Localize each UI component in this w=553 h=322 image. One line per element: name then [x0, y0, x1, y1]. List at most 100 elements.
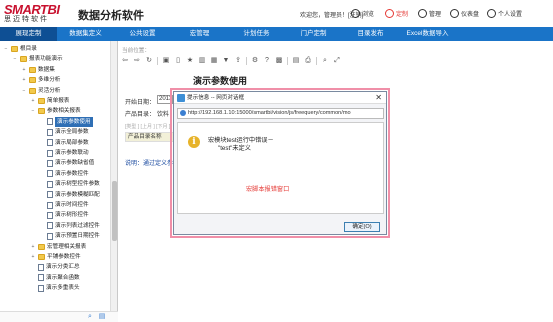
- expand-icon[interactable]: +: [30, 98, 36, 104]
- expand-icon[interactable]: ⤢: [333, 57, 341, 65]
- tree-item[interactable]: 演示全局参数: [39, 127, 89, 137]
- ok-button[interactable]: 确定(O): [344, 222, 380, 232]
- filter-icon[interactable]: ▼: [222, 57, 230, 65]
- product-catalog-value[interactable]: 饮料: [157, 109, 169, 118]
- tree-item[interactable]: 演示参数模糊匹配: [39, 190, 100, 200]
- error-dialog: 提示信息 -- 网页对话框 ✕ http://192.168.1.10:1500…: [173, 91, 387, 235]
- top-nav-label: 定制: [396, 11, 409, 18]
- menu-item[interactable]: 目录发布: [342, 27, 399, 41]
- tree-item[interactable]: − 根目录: [3, 44, 37, 54]
- logo-main: SMARTBI: [4, 2, 60, 17]
- tree-item[interactable]: − 参数相关报表: [30, 106, 81, 116]
- tree-item[interactable]: 演示参数使用: [39, 116, 93, 127]
- menu-item[interactable]: 计划任务: [228, 27, 285, 41]
- expand-icon[interactable]: +: [21, 77, 27, 83]
- tree-item-label: 灵活分析: [38, 87, 61, 94]
- tree-item[interactable]: 演示聚合函数: [30, 273, 80, 283]
- app-header: SMARTBI 思迈特软件 数据分析软件 欢迎您，管理员！[注销] 浏览 定制 管理…: [0, 0, 553, 27]
- collapse-icon[interactable]: −: [3, 46, 9, 52]
- tree-item[interactable]: + 宏管理相关报表: [30, 242, 86, 252]
- tree-item[interactable]: + 数据集: [21, 65, 55, 75]
- menu-item[interactable]: 展现定制: [0, 27, 57, 41]
- tree-item[interactable]: − 灵活分析: [21, 86, 60, 96]
- toolbar-divider: [246, 57, 247, 65]
- export-icon[interactable]: ⇪: [234, 57, 242, 65]
- top-nav-label: 浏览: [362, 11, 375, 18]
- table-icon[interactable]: ▦: [210, 57, 218, 65]
- tree-item[interactable]: + 简单报表: [30, 96, 69, 106]
- search-icon[interactable]: ⌕: [86, 313, 94, 321]
- scrollbar-thumb[interactable]: [112, 181, 117, 241]
- refresh-icon[interactable]: ↻: [145, 57, 153, 65]
- logo: SMARTBI 思迈特软件: [4, 3, 64, 24]
- layout-icon[interactable]: ▤: [98, 313, 106, 321]
- tree-item[interactable]: 演示局部参数: [39, 138, 89, 148]
- tree-item-label: 演示参数缺省值: [55, 160, 95, 167]
- tree-item-label: 演示参数模糊匹配: [55, 191, 100, 198]
- tree-item-label: 演示参数联动: [55, 150, 89, 156]
- settings-icon[interactable]: ⚙: [251, 57, 259, 65]
- top-nav-label: 仪表盘: [461, 11, 480, 18]
- report-icon: [38, 263, 44, 271]
- error-detail: "test"未定义: [218, 145, 251, 152]
- search-icon[interactable]: ⌕: [321, 57, 329, 65]
- period-controls[interactable]: [类型 ] [上月 ] [下月 ]: [125, 123, 170, 130]
- top-nav-gauge[interactable]: 仪表盘: [450, 7, 479, 19]
- tree-item[interactable]: 演示列表过滤控件: [39, 221, 100, 231]
- menu-item[interactable]: 宏管理: [171, 27, 228, 41]
- report-icon: [47, 201, 53, 209]
- report-icon: [47, 159, 53, 167]
- close-icon[interactable]: ✕: [375, 92, 382, 104]
- collapse-icon[interactable]: −: [30, 108, 36, 114]
- top-nav-eye[interactable]: 浏览: [351, 7, 374, 19]
- tree-item-label: 演示多重表头: [46, 285, 80, 292]
- menu-item[interactable]: 数据集定义: [57, 27, 114, 41]
- expand-icon[interactable]: +: [21, 67, 27, 73]
- report-icon: [47, 118, 53, 126]
- top-nav-pen[interactable]: 定制: [385, 7, 408, 19]
- tree-item[interactable]: 演示预置日期控件: [39, 231, 100, 241]
- chart-icon[interactable]: ▥: [198, 57, 206, 65]
- help-icon[interactable]: ?: [263, 57, 271, 65]
- copy-icon[interactable]: ▤: [292, 57, 300, 65]
- tree-item[interactable]: 演示参数缺省值: [39, 158, 94, 168]
- menu-item[interactable]: 公共设置: [114, 27, 171, 41]
- top-nav-monitor[interactable]: 管理: [418, 7, 441, 19]
- grid-icon[interactable]: ▩: [275, 57, 283, 65]
- tree-footer: ⌕ ▤: [0, 311, 118, 322]
- tree-item[interactable]: − 报表功能演示: [12, 54, 63, 64]
- tree-scrollbar[interactable]: [110, 41, 117, 311]
- menu-item[interactable]: 门户定制: [285, 27, 342, 41]
- report-toolbar: ⇦ ⇨ ↻ ▣ ▯ ★ ▥ ▦ ▼ ⇪ ⚙ ? ▩ ▤ ⎙ ⌕ ⤢: [121, 56, 345, 66]
- tree-item[interactable]: 演示参数联动: [39, 148, 89, 158]
- expand-icon[interactable]: +: [30, 254, 36, 260]
- menu-item[interactable]: Excel数据导入: [399, 27, 456, 41]
- tree-item[interactable]: 演示多重表头: [30, 283, 80, 293]
- tree-item[interactable]: 演示时间控件: [39, 200, 89, 210]
- tree-item[interactable]: + 平铺参数控件: [30, 252, 81, 262]
- print-icon[interactable]: ⎙: [304, 57, 312, 65]
- back-icon[interactable]: ⇦: [121, 57, 129, 65]
- forward-icon[interactable]: ⇨: [133, 57, 141, 65]
- tree-item[interactable]: + 多维分析: [21, 75, 60, 85]
- report-icon: [47, 222, 53, 230]
- report-icon: [47, 139, 53, 147]
- collapse-icon[interactable]: −: [12, 56, 18, 62]
- save-icon[interactable]: ▣: [162, 57, 170, 65]
- top-nav-label: 管理: [429, 11, 442, 18]
- tree-item[interactable]: 演示树形控件: [39, 210, 89, 220]
- tree-item[interactable]: 演示树型控件参数: [39, 179, 100, 189]
- expand-icon[interactable]: +: [30, 244, 36, 250]
- tree-item[interactable]: 演示分类汇总: [30, 262, 80, 272]
- top-nav-user[interactable]: 个人设置: [487, 7, 522, 19]
- folder-icon: [29, 87, 36, 94]
- favorite-icon[interactable]: ★: [186, 57, 194, 65]
- document-icon[interactable]: ▯: [174, 57, 182, 65]
- toolbar-divider: [287, 57, 288, 65]
- tree-item[interactable]: 演示参数控件: [39, 169, 89, 179]
- dialog-url: http://192.168.1.10:15000/smartbi/vision…: [177, 108, 384, 119]
- collapse-icon[interactable]: −: [21, 88, 27, 94]
- tree-item-label: 演示参数使用: [55, 116, 93, 127]
